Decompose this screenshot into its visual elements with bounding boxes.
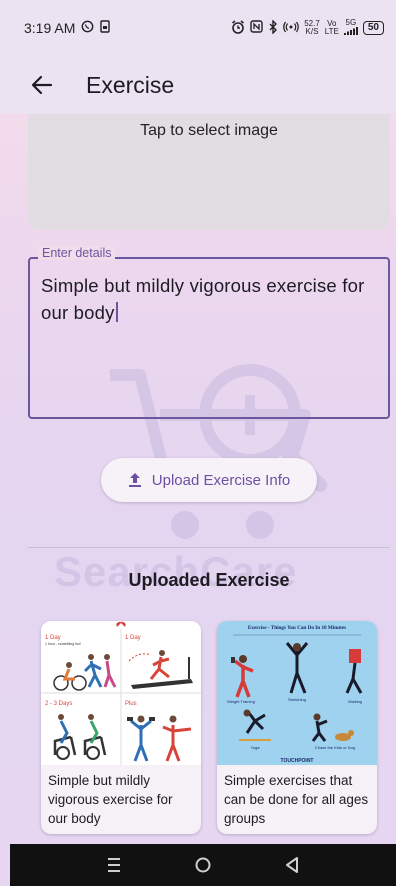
uploaded-section-title: Uploaded Exercise xyxy=(128,570,290,590)
signal-bars-icon xyxy=(343,27,358,35)
card1-label-1: 1 Day xyxy=(45,635,61,641)
upload-exercise-button[interactable]: Upload Exercise Info xyxy=(101,458,317,502)
card2-label-4: Yoga xyxy=(251,745,261,750)
card2-brand: TOUCHPOINT xyxy=(281,758,314,764)
whatsapp-icon xyxy=(81,20,94,36)
nfc-icon xyxy=(250,20,263,36)
card1-label-2: 1 hour - something fun! xyxy=(45,642,81,646)
sim-icon xyxy=(100,20,111,36)
page-title: Exercise xyxy=(86,71,175,98)
system-nav-bar xyxy=(10,844,396,886)
card2-title: Exercise - Things You Can Do In 10 Minut… xyxy=(248,625,346,631)
back-button[interactable] xyxy=(20,63,64,107)
image-picker-label: Tap to select image xyxy=(140,122,278,139)
bluetooth-icon xyxy=(268,18,278,37)
net-speed-unit: K/S xyxy=(305,27,319,36)
exercise-card-caption: Simple exercises that can be done for al… xyxy=(224,773,369,826)
alarm-icon xyxy=(231,19,245,37)
text-cursor xyxy=(115,302,118,322)
card2-label-1: Weight Training xyxy=(227,699,255,704)
card2-label-3: Walking xyxy=(348,699,362,704)
status-bar: 3:19 AM 52.7 K/S Vo LTE 5G 50 xyxy=(0,0,396,56)
network-type: 5G xyxy=(345,18,357,27)
card2-label-5: Chase the Kids or Dog xyxy=(315,745,355,750)
net-speed: 52.7 K/S xyxy=(304,20,320,36)
exercise-card[interactable]: Exercise - Things You Can Do In 10 Minut… xyxy=(217,621,377,834)
home-button[interactable] xyxy=(188,850,218,880)
app-bar: Exercise xyxy=(0,56,396,114)
volte-indicator: Vo LTE xyxy=(325,20,339,36)
hotspot-icon xyxy=(283,21,300,36)
exercise-card-image: Exercise - Things You Can Do In 10 Minut… xyxy=(217,621,377,765)
exercise-card[interactable]: 1 Day 1 hour - something fun! 1 Day 2 - … xyxy=(41,621,201,834)
card2-label-2: Stretching xyxy=(288,697,306,702)
arrow-back-icon xyxy=(31,75,53,95)
status-right: 52.7 K/S Vo LTE 5G 50 xyxy=(231,19,384,37)
status-left: 3:19 AM xyxy=(24,20,111,36)
exercise-card-image: 1 Day 1 hour - something fun! 1 Day 2 - … xyxy=(41,621,201,765)
volte-bottom: LTE xyxy=(324,27,339,36)
circle-home-icon xyxy=(195,857,211,873)
details-text: Simple but mildly vigorous exercise for … xyxy=(41,275,365,323)
card1-label-5: Plus xyxy=(125,701,137,707)
image-picker[interactable]: Tap to select image xyxy=(28,114,390,230)
recent-apps-button[interactable] xyxy=(99,850,129,880)
signal-indicator: 5G xyxy=(343,18,358,37)
menu-lines-icon xyxy=(108,858,121,872)
system-back-button[interactable] xyxy=(277,850,307,880)
status-time: 3:19 AM xyxy=(24,20,76,36)
triangle-back-icon xyxy=(285,857,298,873)
exercise-card-caption: Simple but mildly vigorous exercise for … xyxy=(48,773,173,826)
section-divider xyxy=(28,547,390,548)
upload-button-label: Upload Exercise Info xyxy=(151,471,291,489)
card1-label-4: 2 - 3 Days xyxy=(45,701,72,707)
upload-icon xyxy=(128,473,141,487)
battery-icon: 50 xyxy=(362,21,384,35)
details-label: Enter details xyxy=(38,246,116,260)
details-input-value[interactable]: Simple but mildly vigorous exercise for … xyxy=(41,272,381,326)
card1-label-3: 1 Day xyxy=(125,635,141,641)
